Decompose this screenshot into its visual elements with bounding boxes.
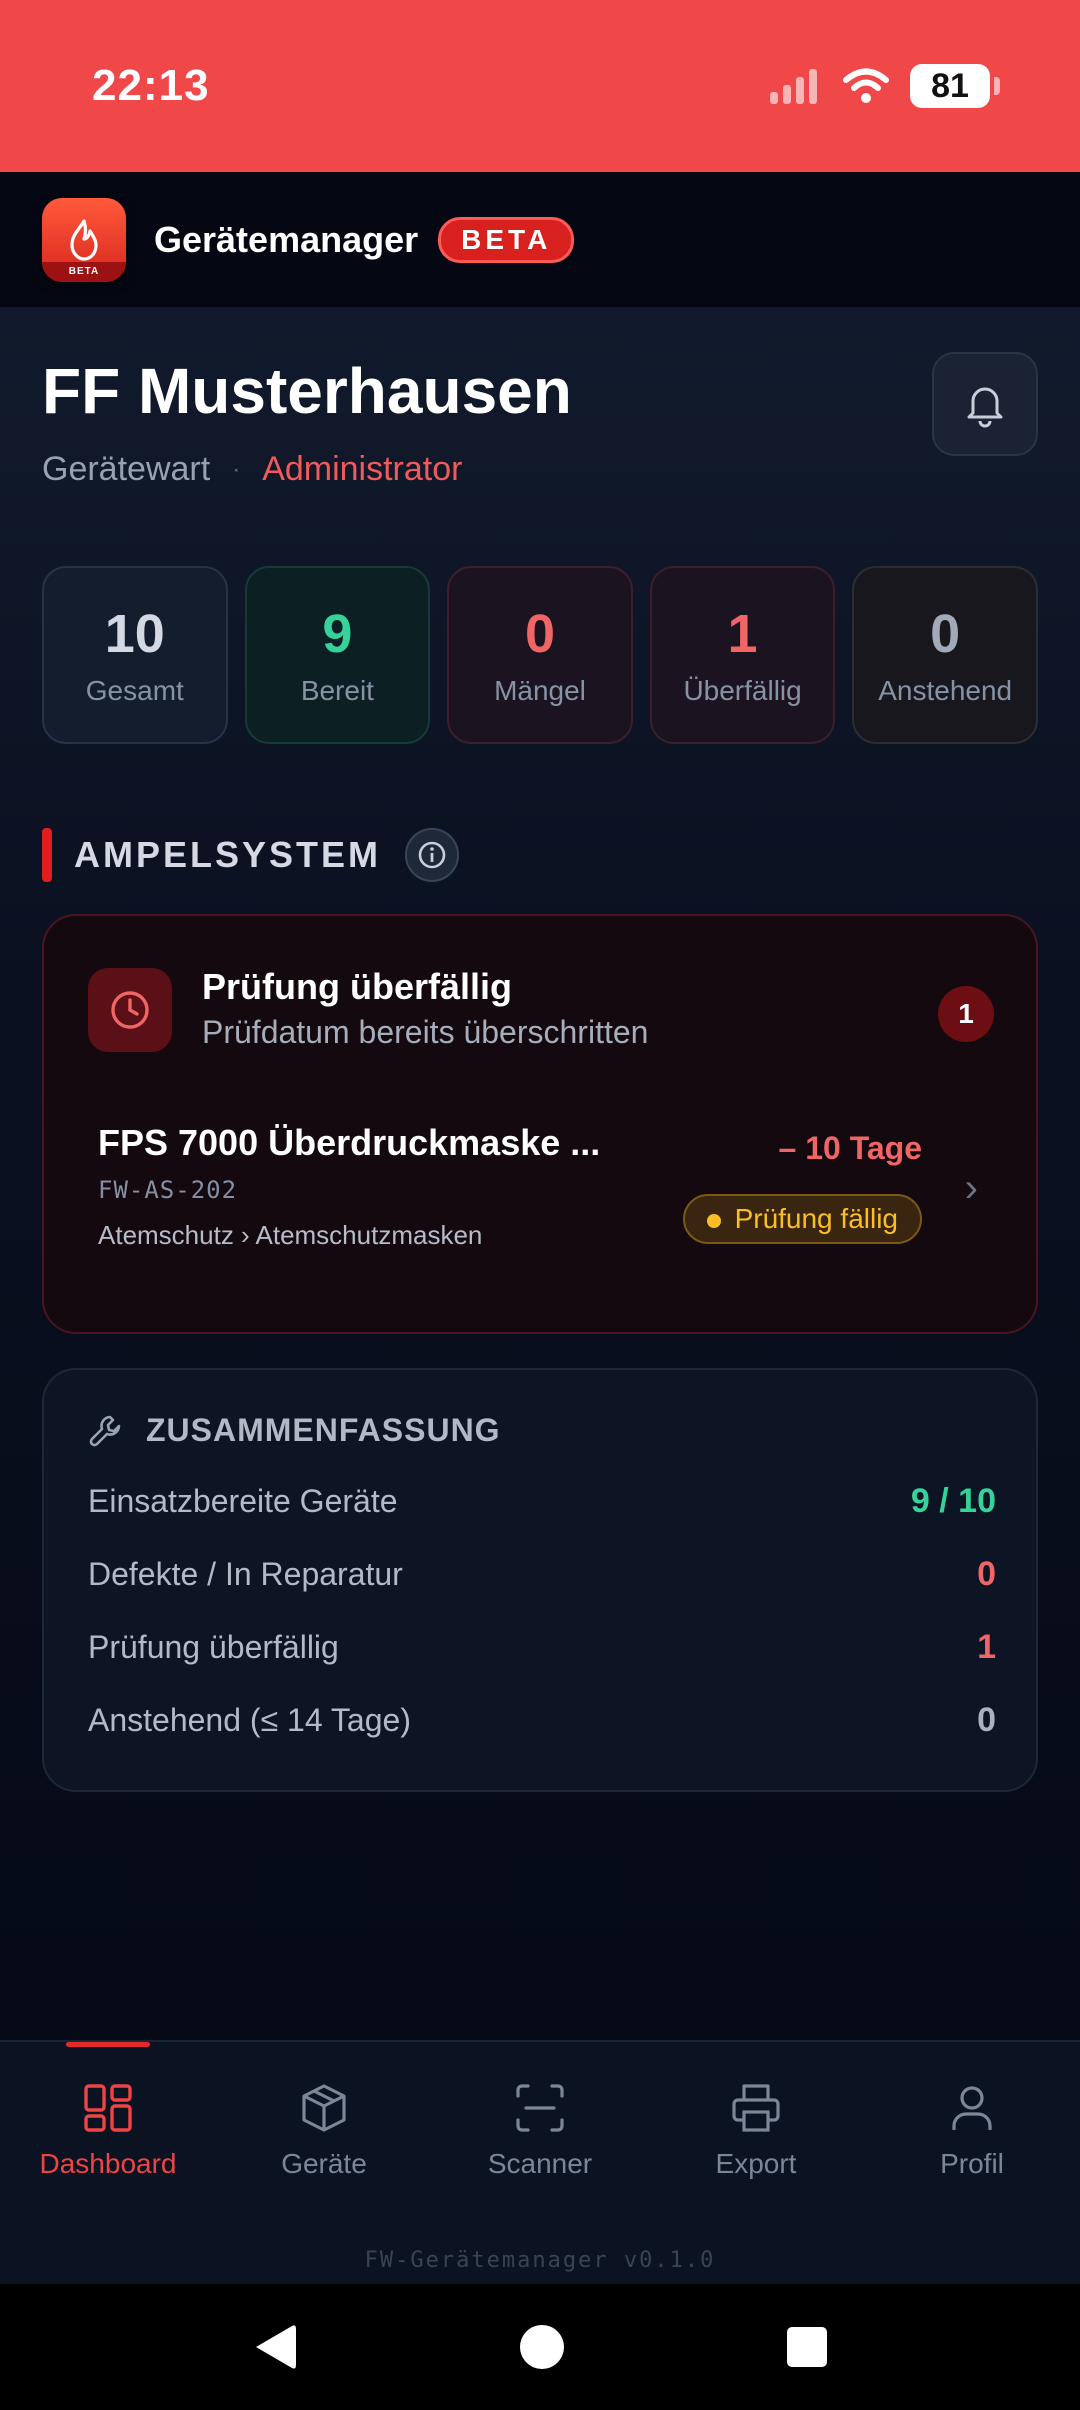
alert-count-badge: 1 xyxy=(938,986,994,1042)
stat-total[interactable]: 10 Gesamt xyxy=(42,566,228,744)
status-time: 22:13 xyxy=(92,61,210,110)
page-title: FF Musterhausen xyxy=(42,355,572,427)
alert-subtitle: Prüfdatum bereits überschritten xyxy=(202,1014,649,1050)
notifications-button[interactable] xyxy=(932,352,1038,456)
stats-row: 10 Gesamt 9 Bereit 0 Mängel 1 Überfällig… xyxy=(42,566,1038,744)
device-name: FPS 7000 Überdruckmaske ... xyxy=(98,1122,601,1163)
role-separator: · xyxy=(232,455,241,483)
status-bar: 22:13 81 xyxy=(0,0,1080,172)
info-icon xyxy=(418,841,446,869)
nav-items: Dashboard Geräte Scanner Export Profil xyxy=(0,2042,1080,2192)
nav-geraete[interactable]: Geräte xyxy=(216,2042,432,2192)
home-icon[interactable] xyxy=(518,2323,566,2371)
dashboard-main: FF Musterhausen Gerätewart · Administrat… xyxy=(0,308,1080,2040)
app-version: FW-Gerätemanager v0.1.0 xyxy=(364,2248,716,2273)
summary-row-pending: Anstehend (≤ 14 Tage) 0 xyxy=(88,1701,996,1740)
scan-icon xyxy=(512,2078,568,2138)
box-icon xyxy=(296,2078,352,2138)
summary-label: Prüfung überfällig xyxy=(88,1629,339,1665)
nav-scanner[interactable]: Scanner xyxy=(432,2042,648,2192)
nav-label: Profil xyxy=(940,2148,1004,2179)
chevron-right-icon: › xyxy=(964,1166,978,1210)
stat-pending[interactable]: 0 Anstehend xyxy=(852,566,1038,744)
logo-beta-label: BETA xyxy=(42,261,126,282)
nav-export[interactable]: Export xyxy=(648,2042,864,2192)
stat-defects[interactable]: 0 Mängel xyxy=(447,566,633,744)
device-row[interactable]: FPS 7000 Überdruckmaske ... FW-AS-202 At… xyxy=(98,1112,978,1262)
dashboard-icon xyxy=(80,2078,136,2138)
stat-label: Mängel xyxy=(494,675,586,706)
summary-value: 9 / 10 xyxy=(910,1482,996,1520)
section-accent-bar xyxy=(42,828,52,882)
printer-icon xyxy=(728,2078,784,2138)
role-line: Gerätewart · Administrator xyxy=(42,450,462,489)
stat-value: 9 xyxy=(322,604,353,664)
user-icon xyxy=(944,2078,1000,2138)
app-header: BETA Gerätemanager BETA xyxy=(0,172,1080,308)
stat-label: Anstehend xyxy=(878,675,1013,706)
device-code: FW-AS-202 xyxy=(98,1176,238,1204)
stat-label: Überfällig xyxy=(683,675,802,706)
nav-profil[interactable]: Profil xyxy=(864,2042,1080,2192)
signal-icon xyxy=(770,69,817,104)
summary-value: 1 xyxy=(977,1628,996,1666)
flame-icon xyxy=(70,218,98,261)
inspection-due-label: Prüfung fällig xyxy=(734,1203,898,1234)
nav-label: Scanner xyxy=(487,2148,593,2179)
stat-overdue[interactable]: 1 Überfällig xyxy=(649,566,836,744)
beta-badge: BETA xyxy=(438,216,575,263)
system-nav-bar xyxy=(0,2284,1080,2410)
nav-label: Export xyxy=(715,2148,797,2179)
alert-title: Prüfung überfällig xyxy=(202,966,512,1007)
wrench-icon xyxy=(89,1415,121,1446)
summary-row-overdue: Prüfung überfällig 1 xyxy=(88,1628,996,1667)
summary-row-defects: Defekte / In Reparatur 0 xyxy=(88,1555,996,1594)
ampel-section-header: AMPELSYSTEM xyxy=(42,828,460,882)
summary-value: 0 xyxy=(977,1555,996,1593)
stat-label: Gesamt xyxy=(85,675,184,706)
device-category: Atemschutz › Atemschutzmasken xyxy=(98,1220,483,1250)
inspection-due-badge: Prüfung fällig xyxy=(682,1194,922,1244)
back-icon[interactable] xyxy=(252,2322,298,2372)
nav-label: Geräte xyxy=(281,2148,367,2179)
nav-label: Dashboard xyxy=(39,2148,177,2179)
wifi-icon xyxy=(843,68,889,103)
bell-icon xyxy=(967,387,1003,428)
overdue-days: – 10 Tage xyxy=(778,1130,922,1166)
stat-value: 0 xyxy=(524,604,555,664)
overdue-alert-card: Prüfung überfällig Prüfdatum bereits übe… xyxy=(42,914,1038,1334)
user-role: Gerätewart xyxy=(42,450,211,488)
summary-value: 0 xyxy=(977,1701,996,1739)
status-icons: 81 xyxy=(770,64,1000,108)
summary-card: ZUSAMMENFASSUNG Einsatzbereite Geräte 9 … xyxy=(42,1368,1038,1792)
summary-title: ZUSAMMENFASSUNG xyxy=(146,1412,501,1448)
info-button[interactable] xyxy=(405,828,460,882)
stat-value: 1 xyxy=(727,604,758,664)
admin-badge: Administrator xyxy=(262,450,463,488)
active-tab-indicator xyxy=(66,2042,150,2047)
stat-ready[interactable]: 9 Bereit xyxy=(244,566,431,744)
stat-value: 10 xyxy=(104,604,165,664)
battery-indicator: 81 xyxy=(910,64,1000,108)
app-logo: BETA xyxy=(42,197,126,282)
clock-icon xyxy=(111,991,149,1029)
summary-label: Einsatzbereite Geräte xyxy=(88,1483,398,1519)
recents-icon[interactable] xyxy=(786,2326,828,2368)
summary-row-ready: Einsatzbereite Geräte 9 / 10 xyxy=(88,1482,996,1521)
summary-label: Anstehend (≤ 14 Tage) xyxy=(88,1702,411,1738)
alert-icon-box xyxy=(88,968,172,1052)
nav-dashboard[interactable]: Dashboard xyxy=(0,2042,216,2192)
summary-header: ZUSAMMENFASSUNG xyxy=(88,1412,501,1449)
battery-level: 81 xyxy=(931,66,969,105)
bottom-nav: Dashboard Geräte Scanner Export Profil F… xyxy=(0,2040,1080,2284)
stat-label: Bereit xyxy=(300,675,374,706)
stat-value: 0 xyxy=(930,604,961,664)
summary-label: Defekte / In Reparatur xyxy=(88,1556,403,1592)
section-title: AMPELSYSTEM xyxy=(74,834,382,875)
status-dot xyxy=(706,1214,721,1228)
app-title: Gerätemanager xyxy=(154,218,419,260)
